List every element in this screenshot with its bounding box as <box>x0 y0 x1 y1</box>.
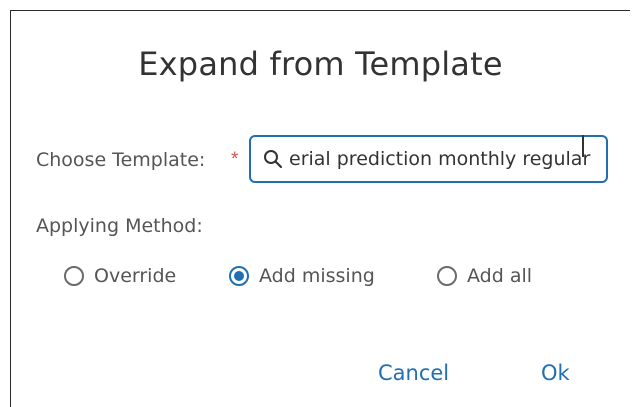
radio-add-all-label: Add all <box>467 265 533 287</box>
radio-add-missing[interactable]: Add missing <box>229 265 375 287</box>
radio-override-label: Override <box>94 265 177 287</box>
radio-add-missing-indicator[interactable] <box>229 266 249 286</box>
template-search-field[interactable] <box>249 135 608 183</box>
radio-add-missing-label: Add missing <box>259 265 375 287</box>
radio-override[interactable]: Override <box>64 265 176 287</box>
search-icon <box>264 150 283 169</box>
radio-add-all-indicator[interactable] <box>437 266 457 286</box>
required-marker: * <box>231 149 239 170</box>
radio-override-indicator[interactable] <box>64 266 84 286</box>
choose-template-label: Choose Template: <box>36 149 206 171</box>
expand-from-template-dialog: Expand from Template Choose Template: * … <box>10 10 630 407</box>
text-cursor <box>582 135 584 157</box>
radio-add-all[interactable]: Add all <box>437 265 532 287</box>
dialog-title: Expand from Template <box>138 45 503 83</box>
template-search-input[interactable] <box>289 148 606 170</box>
applying-method-label: Applying Method: <box>36 215 203 237</box>
ok-button[interactable]: Ok <box>541 361 570 385</box>
cancel-button[interactable]: Cancel <box>378 361 449 385</box>
